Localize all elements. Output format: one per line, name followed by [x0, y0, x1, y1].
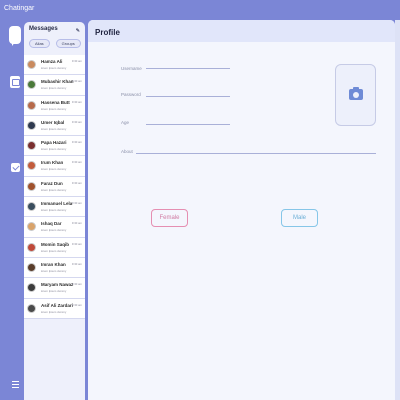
avatar: [27, 303, 36, 313]
contact-name: Mubashir Khan: [41, 79, 74, 85]
contact-row[interactable]: Irum Khan lorem Ipsum dummy 9:30 am: [24, 156, 85, 177]
settings-icon[interactable]: [11, 163, 20, 172]
scrollbar[interactable]: [395, 20, 400, 400]
contact-last-message: lorem Ipsum dummy: [41, 167, 67, 172]
contact-last-message: lorem Ipsum dummy: [41, 268, 67, 273]
contact-time: 9:30 am: [71, 59, 82, 63]
username-label: Username: [121, 66, 142, 71]
contact-row[interactable]: Immanuel Lela lorem Ipsum dummy 9:30 am: [24, 197, 85, 218]
contact-time: 9:30 am: [71, 140, 82, 145]
avatar: [27, 262, 36, 272]
menu-icon[interactable]: [9, 378, 21, 390]
contact-last-message: lorem Ipsum dummy: [41, 66, 67, 70]
filter-alias[interactable]: Alias: [29, 39, 50, 48]
avatar: [27, 60, 36, 69]
female-button[interactable]: Female: [151, 209, 188, 227]
avatar: [27, 202, 36, 212]
contact-last-message: lorem Ipsum dummy: [41, 248, 67, 253]
contact-time: 9:30 am: [71, 241, 82, 246]
contact-name: Hamza Ali: [41, 59, 63, 64]
contact-row[interactable]: Faraz Dun lorem Ipsum dummy 9:30 am: [24, 176, 85, 198]
contact-last-message: lorem Ipsum dummy: [41, 228, 67, 233]
contact-time: 9:30 am: [71, 282, 82, 287]
age-field[interactable]: [146, 124, 230, 125]
contact-name: Umer Iqbal: [41, 119, 65, 125]
male-button[interactable]: Male: [281, 209, 318, 227]
contact-name: Imran Khan: [41, 261, 66, 267]
contact-row[interactable]: Imran Khan lorem Ipsum dummy 9:30 am: [24, 257, 85, 279]
profile-icon[interactable]: [10, 76, 20, 88]
contact-name: Hassena Butt: [41, 99, 70, 105]
password-label: Password: [121, 92, 141, 97]
photo-upload[interactable]: [335, 64, 376, 126]
avatar: [27, 181, 36, 191]
messages-panel: Messages ✎ Alias Groups Hamza Ali lorem I…: [24, 22, 85, 400]
avatar: [27, 80, 36, 90]
contact-last-message: lorem Ipsum dummy: [41, 126, 67, 131]
filter-groups[interactable]: Groups: [55, 39, 81, 48]
camera-icon: [349, 87, 363, 100]
contact-row[interactable]: Hamza Ali lorem Ipsum dummy 9:30 am: [24, 55, 85, 76]
pencil-icon[interactable]: ✎: [76, 24, 80, 38]
avatar: [27, 120, 36, 130]
about-field[interactable]: [136, 153, 376, 154]
contact-last-message: lorem Ipsum dummy: [41, 309, 67, 314]
page-title: Profile: [88, 20, 395, 42]
contact-name: Irum Khan: [41, 160, 64, 166]
messages-header: Messages ✎: [24, 22, 85, 36]
avatar: [27, 242, 36, 252]
age-label: Age: [121, 120, 130, 125]
contact-time: 9:30 am: [71, 221, 82, 226]
contact-last-message: lorem Ipsum dummy: [41, 208, 67, 213]
contact-name: Ishaq Dar: [41, 221, 62, 227]
contact-time: 9:30 am: [71, 79, 82, 84]
contact-last-message: lorem Ipsum dummy: [41, 86, 67, 91]
contact-time: 9:30 am: [71, 302, 82, 307]
contact-name: Immanuel Lela: [41, 201, 73, 207]
contact-name: Asif Ali Zardari: [41, 302, 73, 308]
contact-name: Momin Saqib: [41, 241, 69, 247]
contact-last-message: lorem Ipsum dummy: [41, 106, 67, 111]
contact-time: 9:30 am: [71, 119, 82, 124]
chat-icon[interactable]: [9, 26, 21, 44]
contact-time: 9:30 am: [71, 99, 82, 104]
password-field[interactable]: [146, 96, 230, 97]
about-label: About: [121, 149, 133, 154]
message-filters: Alias Groups: [24, 36, 85, 51]
contact-row[interactable]: Mubashir Khan lorem Ipsum dummy 9:30 am: [24, 75, 85, 96]
contact-last-message: lorem Ipsum dummy: [41, 147, 67, 152]
username-field[interactable]: [146, 68, 230, 69]
contact-row[interactable]: Hassena Butt lorem Ipsum dummy 9:30 am: [24, 95, 85, 116]
nav-rail: [6, 18, 24, 400]
contact-row[interactable]: Ishaq Dar lorem Ipsum dummy 9:30 am: [24, 217, 85, 238]
contact-last-message: lorem Ipsum dummy: [41, 289, 67, 294]
avatar: [27, 283, 36, 293]
contact-time: 9:30 am: [71, 160, 82, 165]
contact-row[interactable]: Momin Saqib lorem Ipsum dummy 9:30 am: [24, 237, 85, 258]
contact-name: Maryam Nawaz: [41, 282, 74, 288]
contact-row[interactable]: Asif Ali Zardari lorem Ipsum dummy 9:30 am: [24, 298, 85, 319]
contact-row[interactable]: Maryam Nawaz lorem Ipsum dummy 9:30 am: [24, 278, 85, 299]
avatar: [27, 100, 36, 110]
contact-time: 9:30 am: [71, 180, 82, 185]
contact-name: Faraz Dun: [41, 180, 63, 186]
avatar: [27, 161, 36, 171]
contact-list: Hamza Ali lorem Ipsum dummy 9:30 am Mubashi…: [24, 55, 85, 319]
contact-last-message: lorem Ipsum dummy: [41, 187, 67, 192]
contact-time: 9:30 am: [71, 201, 82, 206]
app-title: Chatingar: [0, 0, 400, 18]
contact-time: 9:30 am: [71, 261, 82, 266]
messages-title: Messages: [29, 26, 58, 32]
avatar: [27, 141, 36, 151]
contact-name: Papa Hazari: [41, 140, 67, 146]
contact-row[interactable]: Papa Hazari lorem Ipsum dummy 9:30 am: [24, 136, 85, 157]
profile-panel: Profile Username Password Age About Fema…: [88, 20, 395, 400]
contact-row[interactable]: Umer Iqbal lorem Ipsum dummy 9:30 am: [24, 115, 85, 137]
avatar: [27, 222, 36, 232]
